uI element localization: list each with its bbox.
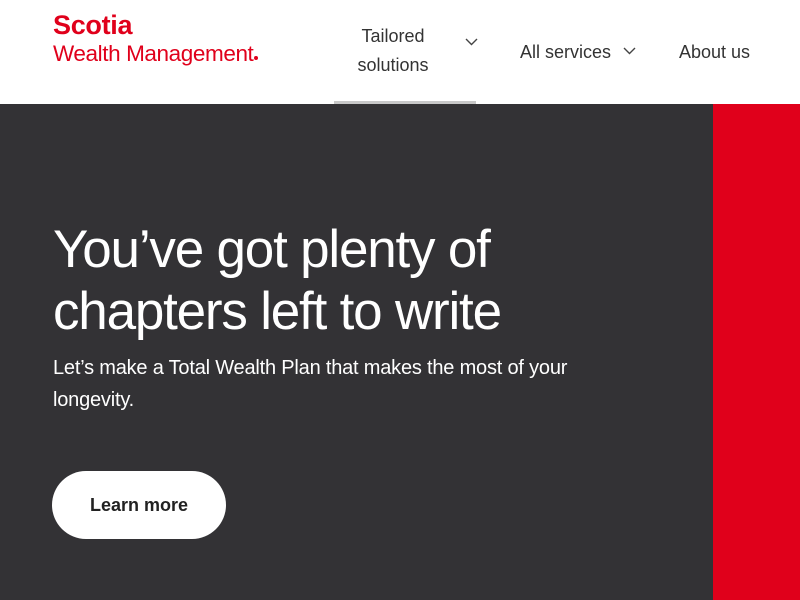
nav-item-label: About us — [679, 41, 751, 62]
site-header: Scotia Wealth Management Tailored soluti… — [0, 0, 800, 104]
learn-more-button[interactable]: Learn more — [52, 471, 226, 539]
logo-dot-mark — [254, 56, 259, 60]
nav-item-label: Tailored solutions — [357, 26, 429, 75]
nav-item-tailored-solutions[interactable]: Tailored solutions — [334, 0, 478, 104]
brand-logo[interactable]: Scotia Wealth Management — [53, 10, 259, 66]
chevron-down-icon — [465, 38, 478, 46]
nav-item-all-services[interactable]: All services — [520, 0, 636, 104]
hero-subtitle: Let’s make a Total Wealth Plan that make… — [53, 357, 568, 411]
accent-red-panel — [713, 104, 800, 600]
nav-item-label: All services — [520, 41, 612, 62]
nav-item-about-us[interactable]: About us — [679, 0, 750, 104]
logo-subline-text: Wealth Management — [53, 41, 254, 66]
logo-brand-text: Scotia — [53, 10, 133, 40]
hero-title: You’ve got plenty of chapters left to wr… — [53, 220, 502, 341]
logo-subline: Wealth Management — [53, 41, 259, 66]
chevron-down-icon — [623, 47, 636, 55]
